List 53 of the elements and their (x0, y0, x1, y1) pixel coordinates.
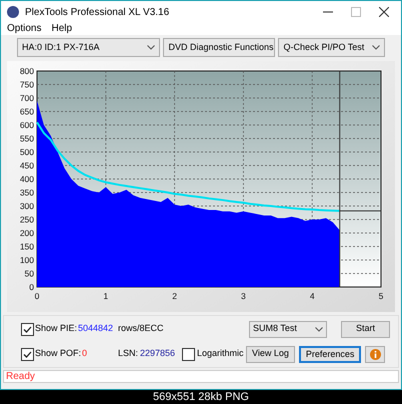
close-icon[interactable] (379, 7, 389, 17)
axis-label: 700 (20, 93, 34, 103)
pof-count: 0 (82, 347, 88, 360)
axis-label: 50 (24, 268, 34, 278)
axis-label: 5 (378, 291, 384, 301)
app-logo-icon (7, 6, 19, 18)
dropdown[interactable]: Q-Check PI/PO Test (278, 38, 385, 57)
view-log-button[interactable]: View Log (246, 346, 295, 362)
caret-icon (315, 326, 323, 332)
menu-item[interactable]: Help (51, 23, 72, 35)
pie-count: 5044842 (78, 322, 114, 336)
image-caption: 569x551 28kb PNG (152, 391, 249, 403)
caret-icon (147, 45, 156, 50)
axis-label: 500 (20, 147, 34, 157)
lsn-label: LSN: (118, 347, 140, 360)
checkbox[interactable] (182, 348, 195, 360)
axis-label: 650 (20, 106, 34, 116)
logarithmic-checkbox[interactable]: Logarithmic (182, 347, 246, 361)
axis-label: 100 (20, 255, 34, 265)
axis-label: 0 (34, 291, 40, 301)
axis-label: 4 (310, 291, 315, 301)
axis-label: 450 (20, 160, 34, 170)
axis-label: 0 (29, 282, 34, 292)
axis-label: 150 (20, 242, 34, 252)
axis-label: 750 (20, 80, 34, 90)
start-button[interactable]: Start (341, 320, 390, 338)
axis-label: 350 (20, 188, 34, 198)
unit-label: rows/8ECC (118, 322, 165, 336)
axis-label: 250 (20, 214, 34, 224)
axis-label: 600 (20, 120, 34, 130)
axis-label: 400 (20, 174, 34, 184)
checkbox[interactable] (21, 348, 34, 360)
axis-label: 300 (20, 201, 34, 211)
axis-label: 3 (241, 291, 246, 301)
info-icon (370, 348, 381, 360)
axis-label: 200 (20, 228, 34, 238)
axis-label: 800 (20, 66, 34, 76)
preferences-button[interactable]: Preferences (298, 346, 362, 362)
status-bar: Ready (3, 370, 399, 383)
dropdown[interactable]: DVD Diagnostic Functions (163, 38, 276, 57)
window-title: PlexTools Professional XL V3.16 (25, 6, 170, 20)
lsn-value: 2297856 (140, 347, 176, 360)
show-pof-checkbox[interactable]: Show POF: (21, 347, 82, 361)
info-button[interactable] (365, 346, 386, 362)
show-pie-checkbox[interactable]: Show PIE: (21, 322, 78, 336)
menu-item[interactable]: Options (7, 23, 42, 35)
dropdown[interactable]: HA:0 ID:1 PX-716A (17, 38, 160, 57)
axis-label: 2 (172, 291, 177, 301)
caret-icon (372, 45, 380, 50)
test-dropdown[interactable]: SUM8 Test (249, 320, 327, 338)
axis-label: 550 (20, 134, 34, 144)
checkbox[interactable] (21, 322, 34, 336)
axis-label: 1 (103, 291, 108, 301)
